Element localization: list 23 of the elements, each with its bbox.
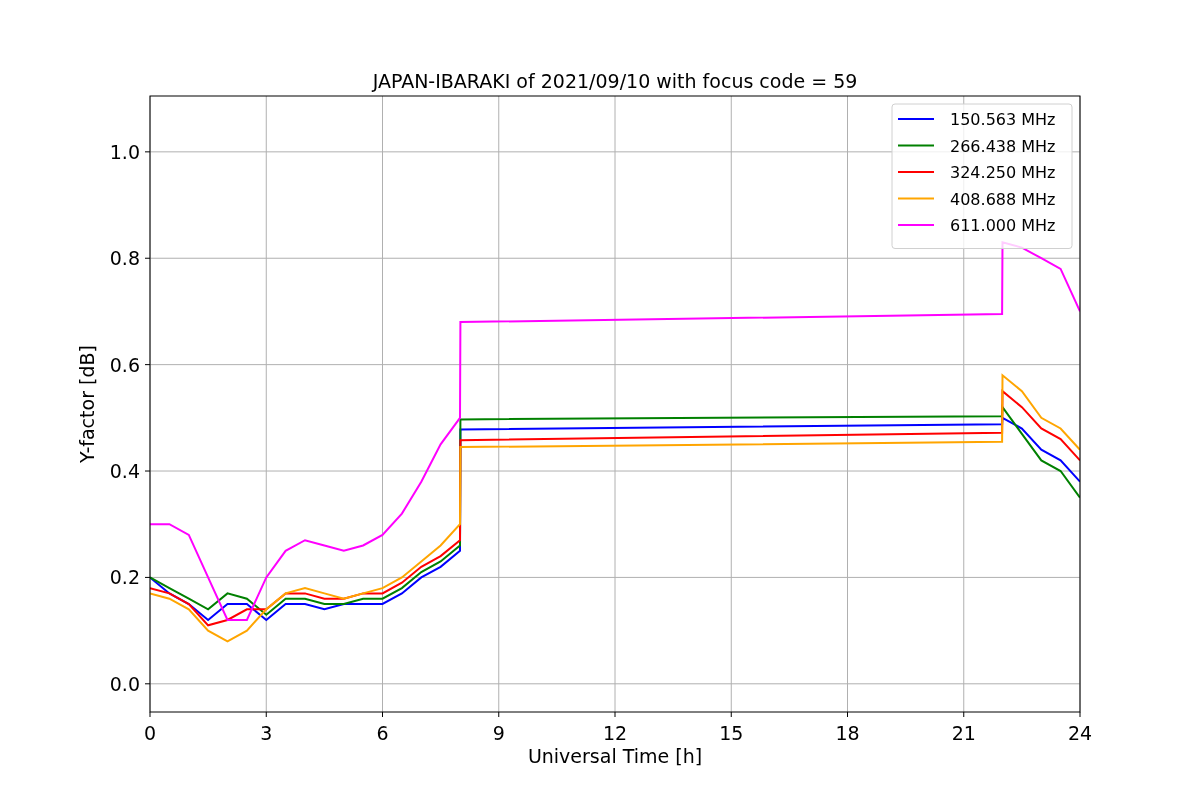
tick-label: 0.2 — [109, 566, 140, 589]
legend-label: 266.438 MHz — [950, 136, 1056, 156]
legend-label: 408.688 MHz — [950, 189, 1056, 209]
legend-label: 150.563 MHz — [950, 110, 1056, 129]
tick-label: 6 — [376, 722, 389, 744]
legend-label: 324.250 MHz — [950, 163, 1056, 182]
tick-label: 21 — [951, 722, 976, 744]
tick-label: 15 — [719, 722, 744, 744]
tick-label: 3 — [260, 722, 273, 744]
tick-label: 0.8 — [109, 247, 140, 270]
y-axis-label: Y-factor [dB] — [76, 345, 98, 463]
tick-label: 0.0 — [109, 672, 140, 695]
x-axis-label: Universal Time [h] — [527, 745, 703, 767]
tick-label: 24 — [1067, 722, 1093, 744]
tick-label: 0.4 — [109, 460, 140, 483]
tick-label: 12 — [602, 722, 628, 744]
tick-label: 18 — [835, 722, 860, 744]
tick-label: 0 — [143, 722, 157, 744]
tick-label: 1.0 — [109, 140, 140, 163]
tick-label: 0.6 — [109, 353, 140, 376]
legend-label: 611.000 MHz — [950, 216, 1056, 235]
tick-label: 9 — [492, 722, 505, 744]
chart-title: JAPAN-IBARAKI of 2021/09/10 with focus code = 59 — [372, 70, 858, 92]
